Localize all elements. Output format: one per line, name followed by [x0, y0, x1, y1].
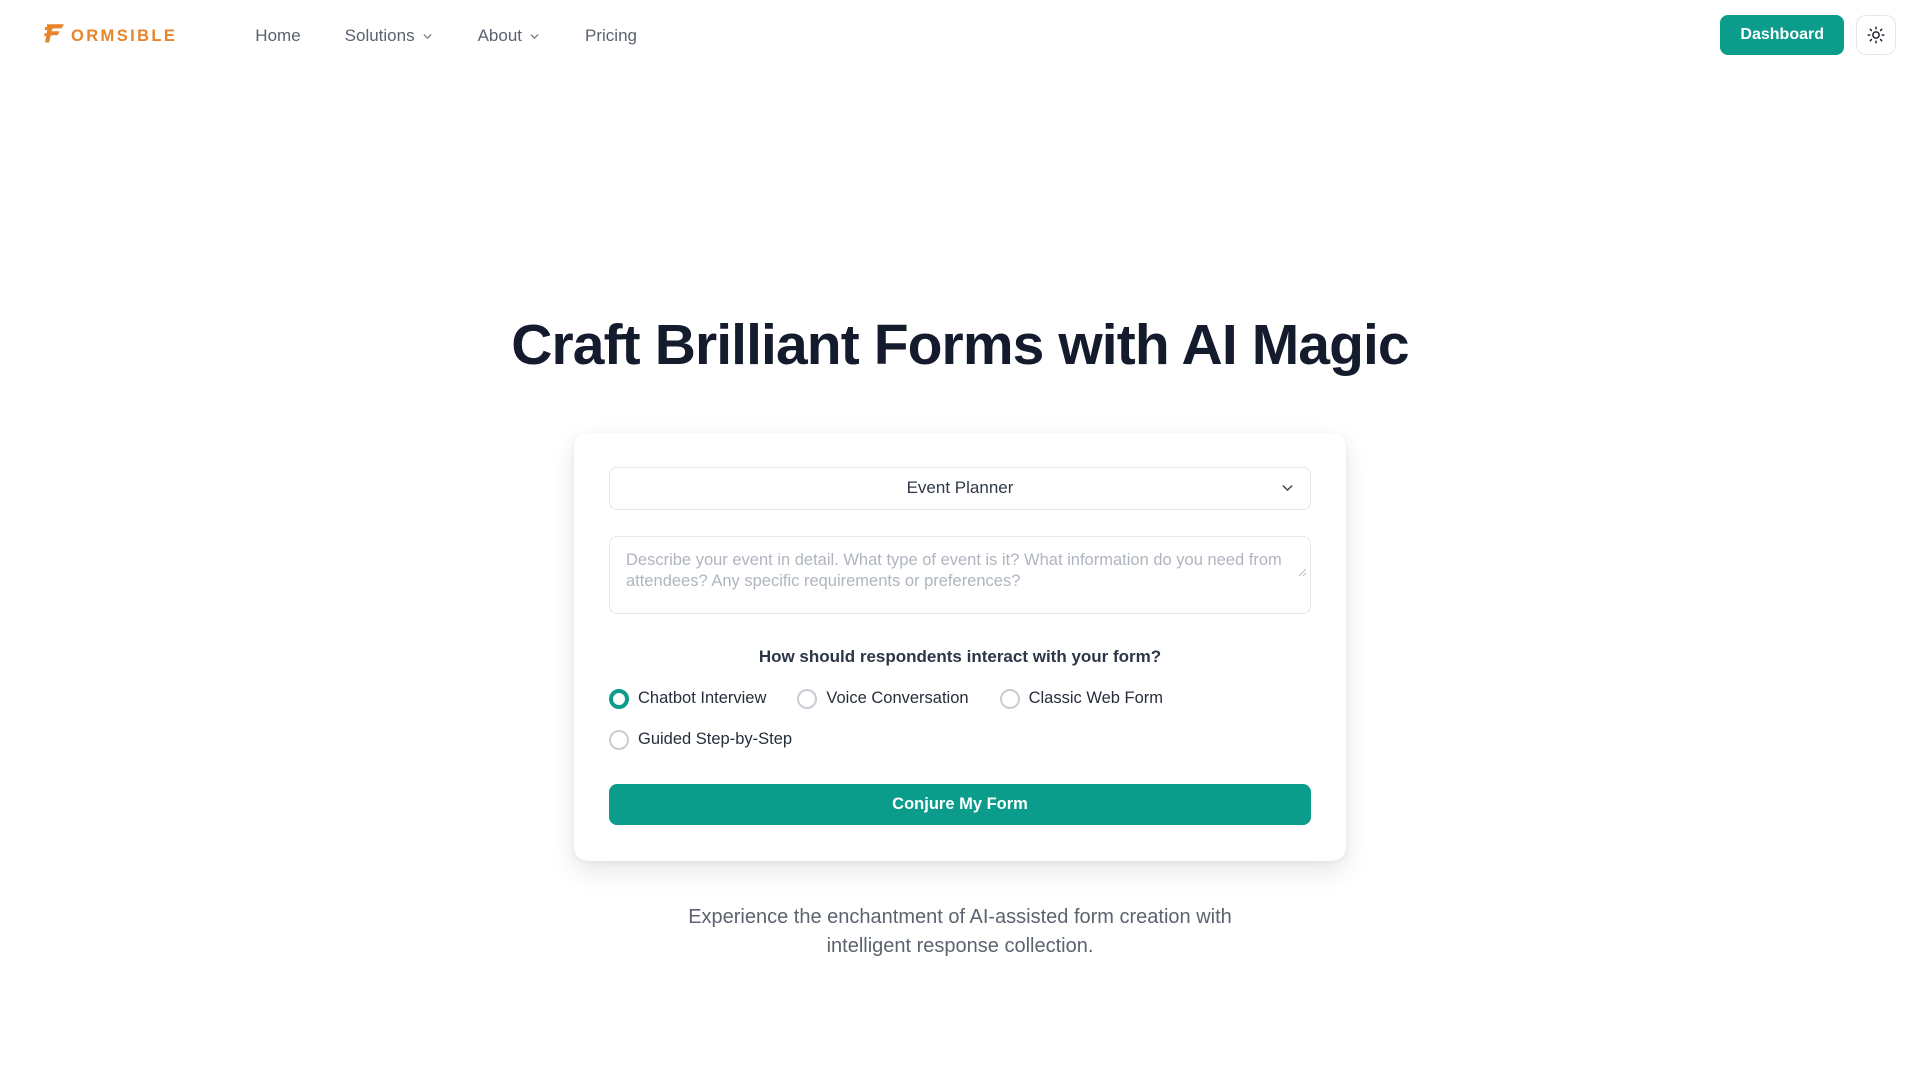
- nav-label: Pricing: [585, 25, 637, 45]
- chevron-down-icon: [530, 33, 539, 39]
- radio-option-chatbot-interview[interactable]: Chatbot Interview: [609, 688, 767, 709]
- chevron-down-icon: [1282, 485, 1293, 492]
- radio-option-classic-web-form[interactable]: Classic Web Form: [999, 688, 1164, 709]
- sun-icon: [1867, 26, 1885, 44]
- radio-indicator: [609, 729, 629, 750]
- logo-text: ORMSIBLE: [71, 26, 178, 45]
- hero-subtitle: Experience the enchantment of AI-assiste…: [688, 905, 1232, 957]
- radio-indicator: [999, 688, 1020, 709]
- formsible-f-logo-icon: [40, 18, 70, 53]
- main-navigation: Home Solutions About Pricing: [233, 19, 659, 52]
- interaction-question: How should respondents interact with you…: [758, 646, 1162, 666]
- nav-label: Home: [255, 25, 301, 45]
- interaction-options-row-2: Guided Step-by-Step: [609, 729, 1311, 750]
- radio-label: Classic Web Form: [1028, 689, 1164, 708]
- page-title: Craft Brilliant Forms with AI Magic: [511, 313, 1409, 377]
- nav-item-about[interactable]: About: [456, 19, 563, 52]
- nav-item-pricing[interactable]: Pricing: [563, 19, 659, 52]
- header-actions: Dashboard: [1720, 15, 1896, 55]
- nav-item-solutions[interactable]: Solutions: [323, 19, 456, 52]
- description-wrapper: [609, 535, 1311, 614]
- nav-item-home[interactable]: Home: [233, 19, 322, 52]
- template-select-value: Event Planner: [906, 478, 1014, 498]
- template-select-wrapper: Event Planner: [609, 466, 1311, 510]
- radio-option-voice-conversation[interactable]: Voice Conversation: [797, 688, 969, 709]
- main-content: Craft Brilliant Forms with AI Magic Even…: [0, 70, 1920, 961]
- radio-indicator: [797, 688, 818, 709]
- site-header: ORMSIBLE Home Solutions About Pricing Da…: [0, 0, 1920, 70]
- dashboard-button[interactable]: Dashboard: [1720, 15, 1844, 55]
- chevron-down-icon: [423, 33, 431, 39]
- radio-label: Chatbot Interview: [638, 689, 767, 708]
- template-select[interactable]: Event Planner: [609, 466, 1311, 510]
- description-textarea[interactable]: [609, 535, 1311, 614]
- form-builder-card: Event Planner How should respondents int…: [574, 432, 1346, 861]
- conjure-my-form-button[interactable]: Conjure My Form: [609, 783, 1311, 825]
- radio-label: Voice Conversation: [826, 689, 969, 708]
- nav-label: About: [477, 25, 523, 45]
- radio-label: Guided Step-by-Step: [638, 730, 793, 749]
- interaction-options-row-1: Chatbot Interview Voice Conversation Cla…: [609, 688, 1311, 709]
- radio-option-guided-step-by-step[interactable]: Guided Step-by-Step: [609, 729, 793, 750]
- radio-indicator: [609, 688, 629, 709]
- logo[interactable]: ORMSIBLE: [40, 18, 179, 53]
- nav-label: Solutions: [344, 25, 415, 45]
- theme-toggle-button[interactable]: [1856, 15, 1896, 55]
